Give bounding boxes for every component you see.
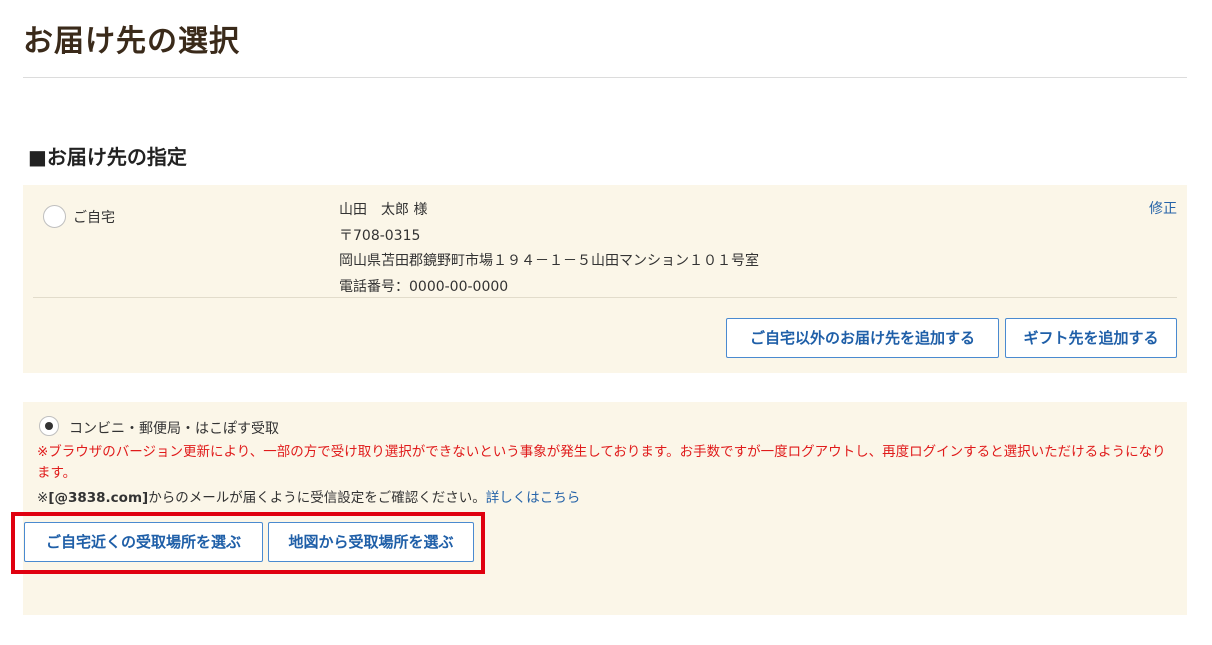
panel-divider xyxy=(33,297,1177,298)
add-gift-address-button[interactable]: ギフト先を追加する xyxy=(1005,318,1177,358)
mail-notice-text: からのメールが届くように受信設定をご確認ください。 xyxy=(148,490,486,506)
home-option-label[interactable]: ご自宅 xyxy=(73,207,115,227)
add-other-address-button[interactable]: ご自宅以外のお届け先を追加する xyxy=(726,318,999,358)
section-heading: ■お届け先の指定 xyxy=(28,145,187,169)
mail-settings-notice: ※[@3838.com]からのメールが届くように受信設定をご確認ください。詳しく… xyxy=(37,486,580,506)
choose-nearby-pickup-button[interactable]: ご自宅近くの受取場所を選ぶ xyxy=(24,522,263,562)
choose-pickup-from-map-button[interactable]: 地図から受取場所を選ぶ xyxy=(268,522,474,562)
browser-warning-notice: ※ブラウザのバージョン更新により、一部の方で受け取り選択ができないという事象が発… xyxy=(37,444,1166,481)
title-divider xyxy=(23,77,1187,78)
edit-address-link[interactable]: 修正 xyxy=(1149,198,1177,218)
page-title: お届け先の選択 xyxy=(23,24,240,59)
home-address-block: 山田 太郎 様 〒708-0315 岡山県苫田郡鏡野町市場１９４－１－５山田マン… xyxy=(339,198,759,300)
mail-notice-prefix: ※ xyxy=(37,490,49,506)
mail-domain: [@3838.com] xyxy=(48,490,149,506)
street-address: 岡山県苫田郡鏡野町市場１９４－１－５山田マンション１０１号室 xyxy=(339,253,759,269)
details-link[interactable]: 詳しくはこちら xyxy=(486,490,581,506)
recipient-name: 山田 太郎 様 xyxy=(339,202,428,218)
postal-code: 〒708-0315 xyxy=(339,227,421,244)
pickup-option-label[interactable]: コンビニ・郵便局・はこぽす受取 xyxy=(69,418,279,438)
home-radio-button[interactable] xyxy=(43,205,66,228)
pickup-option-panel: コンビニ・郵便局・はこぽす受取 ※ブラウザのバージョン更新により、一部の方で受け… xyxy=(23,402,1187,615)
pickup-radio-button[interactable] xyxy=(39,416,59,436)
radio-selected-dot xyxy=(45,422,53,430)
